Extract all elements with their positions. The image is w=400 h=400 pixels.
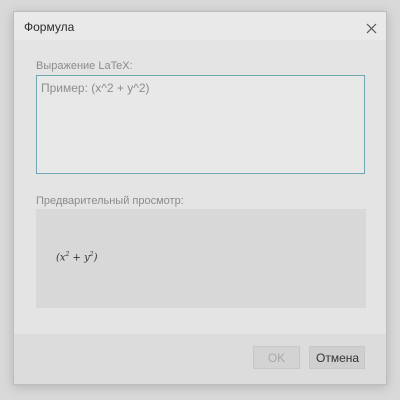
dialog-title: Формула [24, 20, 75, 34]
formula-plus: + [69, 252, 85, 264]
title-bar: Формула [14, 12, 386, 40]
close-icon [366, 23, 376, 34]
cancel-button[interactable]: Отмена [309, 346, 365, 369]
ok-button[interactable]: OK [253, 346, 300, 369]
latex-input[interactable] [36, 75, 365, 174]
close-button[interactable] [360, 15, 382, 37]
formula-dialog: Формула Выражение LaTeX: Предварительный… [13, 11, 387, 385]
formula-close-paren: ) [93, 252, 98, 264]
preview-formula: (x2 + y2) [56, 251, 98, 263]
latex-label: Выражение LaTeX: [36, 60, 133, 72]
dialog-footer: OK Отмена [14, 334, 386, 384]
preview-label: Предварительный просмотр: [36, 195, 184, 207]
preview-area: (x2 + y2) [36, 209, 366, 308]
